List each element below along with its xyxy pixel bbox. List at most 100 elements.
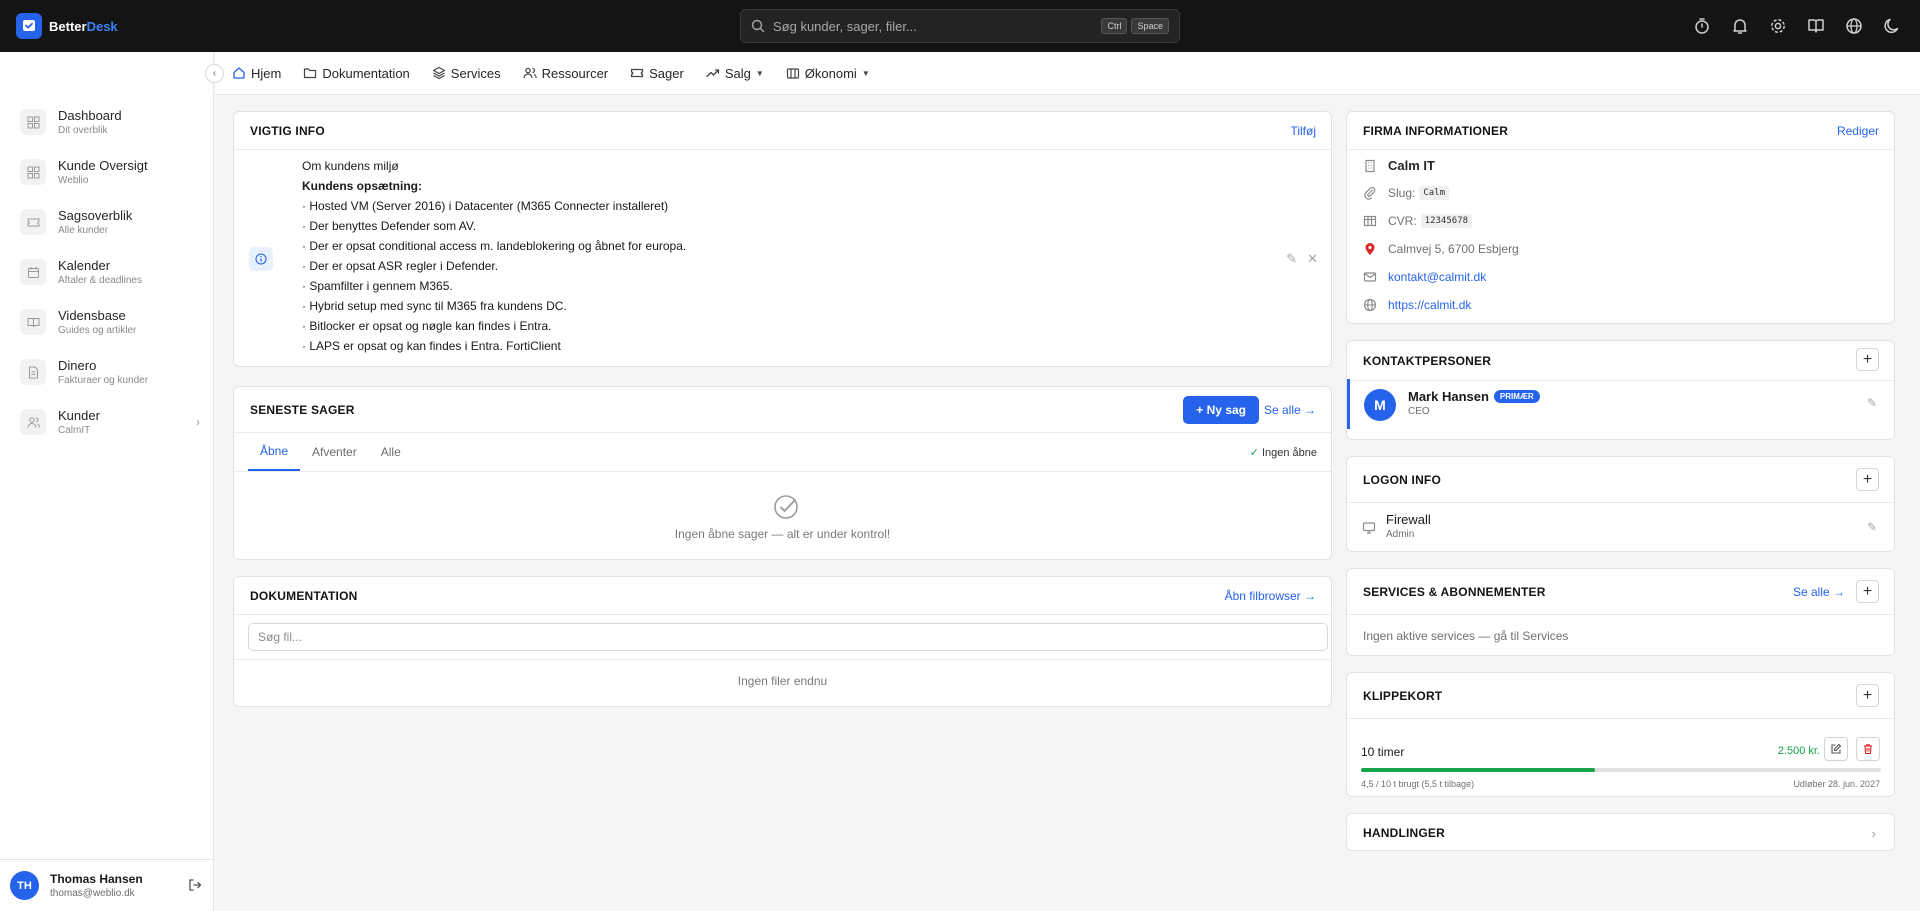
kontaktpersoner-card: KONTAKTPERSONER + M Mark Hansen PRIMÆR CE… <box>1346 340 1895 440</box>
new-case-button[interactable]: + Ny sag <box>1183 396 1259 424</box>
pencil-icon[interactable]: ✎ <box>1867 396 1877 410</box>
close-icon[interactable]: ✕ <box>1307 251 1318 267</box>
paperclip-icon <box>1364 186 1376 200</box>
subnav-label: Ressourcer <box>541 65 609 81</box>
user-name: Thomas Hansen <box>50 872 143 886</box>
sidebar-item-kalender[interactable]: Kalender Aftaler & deadlines <box>20 251 200 293</box>
firma-card: FIRMA INFORMATIONER Rediger Calm IT Slug… <box>1346 111 1895 324</box>
info-subheading: Kundens opsætning: <box>302 179 422 193</box>
cvr-label: CVR: <box>1388 214 1417 228</box>
logout-icon[interactable] <box>188 878 202 895</box>
avatar: M <box>1364 389 1396 421</box>
subnav-item-services[interactable]: Services <box>432 66 501 81</box>
email-row: kontakt@calmit.dk <box>1363 270 1486 284</box>
card-title: VIGTIG INFO <box>250 123 325 138</box>
subnav-label: Hjem <box>251 65 282 81</box>
tab-afventer[interactable]: Afventer <box>300 433 369 471</box>
pencil-icon[interactable]: ✎ <box>1286 251 1297 267</box>
card-title: SERVICES & ABONNEMENTER <box>1363 584 1546 599</box>
monitor-icon <box>1362 522 1376 534</box>
chevron-right-icon: › <box>196 415 200 429</box>
klippekort-usage: 4,5 / 10 t brugt (5,5 t tilbage) <box>1361 779 1475 789</box>
card-title: FIRMA INFORMATIONER <box>1363 123 1509 138</box>
contact-row[interactable]: M Mark Hansen PRIMÆR CEO ✎ <box>1347 379 1894 429</box>
global-search[interactable]: Søg kunder, sager, filer... Ctrl Space <box>740 9 1180 43</box>
tab-abne[interactable]: Åbne <box>248 433 301 471</box>
info-line: · Hosted VM (Server 2016) i Datacenter (… <box>302 199 669 213</box>
sidebar-item-kunde-oversigt[interactable]: Kunde Oversigt Weblio <box>20 151 200 193</box>
sidebar-item-dashboard[interactable]: Dashboard Dit overblik <box>20 101 200 143</box>
collapse-sidebar-button[interactable]: ‹ <box>205 64 224 83</box>
home-icon <box>233 67 245 79</box>
info-line: · Der er opsat ASR regler i Defender. <box>302 259 499 273</box>
handlinger-card[interactable]: HANDLINGER › <box>1346 813 1895 851</box>
moon-icon[interactable] <box>1882 16 1902 36</box>
add-info-link[interactable]: Tilføj <box>1290 124 1316 138</box>
sidebar-item-kunder[interactable]: Kunder CalmIT › <box>20 401 200 443</box>
user-profile[interactable]: TH Thomas Hansen thomas@weblio.dk <box>0 859 214 911</box>
book-icon <box>20 309 46 335</box>
subnav-item-okonomi[interactable]: Økonomi ▼ <box>786 66 870 81</box>
see-all-cases-link[interactable]: Se alle → <box>1264 403 1316 417</box>
globe-icon <box>1363 298 1377 312</box>
case-tabs: Åbne Afventer Alle <box>248 433 413 471</box>
add-logon-button[interactable]: + <box>1856 468 1879 491</box>
ticket-icon <box>631 68 644 78</box>
add-service-button[interactable]: + <box>1856 580 1879 603</box>
open-file-browser-link[interactable]: Åbn filbrowser → <box>1225 589 1316 603</box>
users-icon <box>523 67 537 79</box>
sidebar-item-subtitle: Aftaler & deadlines <box>58 275 142 286</box>
vigtig-info-card: VIGTIG INFO Tilføj Om kundens miljø Kund… <box>233 111 1332 367</box>
company-website-link[interactable]: https://calmit.dk <box>1388 298 1471 312</box>
logon-row[interactable]: Firewall Admin ✎ <box>1347 503 1894 551</box>
globe-icon[interactable] <box>1844 16 1864 36</box>
cvr-row: CVR: 12345678 <box>1363 214 1473 228</box>
divider <box>234 471 1331 472</box>
company-name: Calm IT <box>1388 158 1435 173</box>
card-title: KONTAKTPERSONER <box>1363 353 1492 368</box>
card-title: HANDLINGER <box>1363 826 1445 840</box>
ticket-icon <box>20 209 46 235</box>
sidebar-item-title: Kalender <box>58 258 111 273</box>
file-search-input[interactable]: Søg fil... <box>248 623 1328 651</box>
delete-klippekort-button[interactable] <box>1856 737 1880 761</box>
sidebar-item-subtitle: Weblio <box>58 175 89 186</box>
subnav-label: Services <box>450 65 501 81</box>
subnav-label: Dokumentation <box>322 65 410 81</box>
see-all-services-link[interactable]: Se alle → <box>1793 585 1845 599</box>
sidebar-item-vidensbase[interactable]: Vidensbase Guides og artikler <box>20 301 200 343</box>
add-contact-button[interactable]: + <box>1856 348 1879 371</box>
search-input[interactable]: Søg kunder, sager, filer... <box>773 19 1097 34</box>
pencil-icon[interactable]: ✎ <box>1867 520 1877 534</box>
add-klippekort-button[interactable]: + <box>1856 684 1879 707</box>
subnav-item-hjem[interactable]: Hjem <box>232 66 281 81</box>
services-card: SERVICES & ABONNEMENTER Se alle → + Inge… <box>1346 568 1895 656</box>
edit-klippekort-button[interactable] <box>1824 737 1848 761</box>
book-icon[interactable] <box>1806 16 1826 36</box>
sidebar-item-sagsoverblik[interactable]: Sagsoverblik Alle kunder <box>20 201 200 243</box>
subnav-item-sager[interactable]: Sager <box>630 66 684 81</box>
bell-icon[interactable] <box>1730 16 1750 36</box>
timer-icon[interactable] <box>1692 16 1712 36</box>
subnav-item-ressourcer[interactable]: Ressourcer <box>523 66 608 81</box>
subnav-item-dokumentation[interactable]: Dokumentation <box>303 65 410 81</box>
info-icon <box>249 247 273 271</box>
subnav-label: Salg <box>724 65 751 81</box>
brand[interactable]: BetterDesk <box>16 13 118 39</box>
sidebar-item-dinero[interactable]: Dinero Fakturaer og kunder <box>20 351 200 393</box>
logon-name: Firewall <box>1386 512 1431 527</box>
calendar-icon <box>20 259 46 285</box>
empty-services-text: Ingen aktive services — gå til Services <box>1363 629 1569 643</box>
contact-name: Mark Hansen <box>1408 389 1489 404</box>
check-icon: ✓ <box>1249 447 1259 459</box>
folder-icon <box>304 68 317 79</box>
edit-company-link[interactable]: Rediger <box>1837 124 1879 138</box>
check-circle-icon <box>771 492 801 525</box>
tab-alle[interactable]: Alle <box>369 433 413 471</box>
grid-icon <box>20 109 46 135</box>
company-email-link[interactable]: kontakt@calmit.dk <box>1388 270 1486 284</box>
gear-icon[interactable] <box>1768 16 1788 36</box>
card-title: LOGON INFO <box>1363 472 1441 487</box>
sidebar-item-subtitle: Guides og artikler <box>58 325 137 336</box>
subnav-item-salg[interactable]: Salg ▼ <box>706 66 764 81</box>
